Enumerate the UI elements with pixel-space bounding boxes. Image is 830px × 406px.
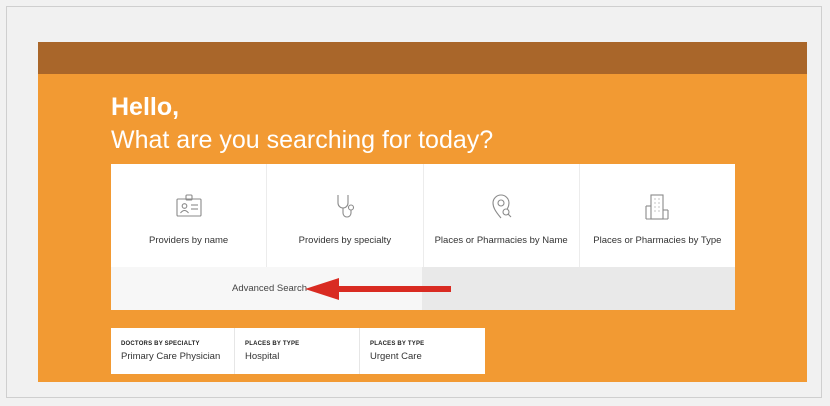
building-icon (645, 194, 669, 220)
recent-search-value: Urgent Care (370, 350, 422, 362)
search-prompt-heading: What are you searching for today? (111, 126, 494, 154)
stethoscope-icon (337, 195, 354, 218)
hero-top-band (38, 42, 807, 74)
location-search-icon (492, 194, 512, 219)
advanced-search-empty-panel (422, 267, 735, 310)
places-by-type-label: Places or Pharmacies by Type (593, 235, 722, 246)
recent-search-item[interactable]: PLACES BY TYPE Hospital (235, 328, 360, 374)
places-by-name-card[interactable]: Places or Pharmacies by Name (424, 164, 580, 267)
advanced-search-link[interactable]: Advanced Search (232, 283, 307, 294)
places-by-type-card[interactable]: Places or Pharmacies by Type (580, 164, 735, 267)
recent-search-item[interactable]: PLACES BY TYPE Urgent Care (360, 328, 485, 374)
providers-by-specialty-label: Providers by specialty (298, 235, 392, 246)
recent-search-value: Hospital (245, 350, 280, 362)
greeting-heading: Hello, (111, 93, 180, 121)
recent-search-item[interactable]: DOCTORS BY SPECIALTY Primary Care Physic… (111, 328, 235, 374)
places-by-name-label: Places or Pharmacies by Name (434, 235, 568, 246)
providers-by-name-label: Providers by name (149, 235, 229, 246)
recent-search-category: PLACES BY TYPE (370, 340, 425, 347)
recent-search-category: DOCTORS BY SPECIALTY (121, 340, 200, 347)
search-hero: Hello, What are you searching for today?… (38, 42, 807, 382)
providers-by-name-card[interactable]: Providers by name (111, 164, 268, 267)
providers-by-specialty-card[interactable]: Providers by specialty (267, 164, 424, 267)
id-badge-icon (176, 194, 202, 217)
recent-searches: DOCTORS BY SPECIALTY Primary Care Physic… (111, 328, 485, 374)
recent-search-category: PLACES BY TYPE (245, 340, 300, 347)
search-options: Providers by name Providers by specialty… (111, 164, 735, 267)
recent-search-value: Primary Care Physician (121, 350, 221, 362)
red-arrow-annotation (305, 278, 451, 300)
